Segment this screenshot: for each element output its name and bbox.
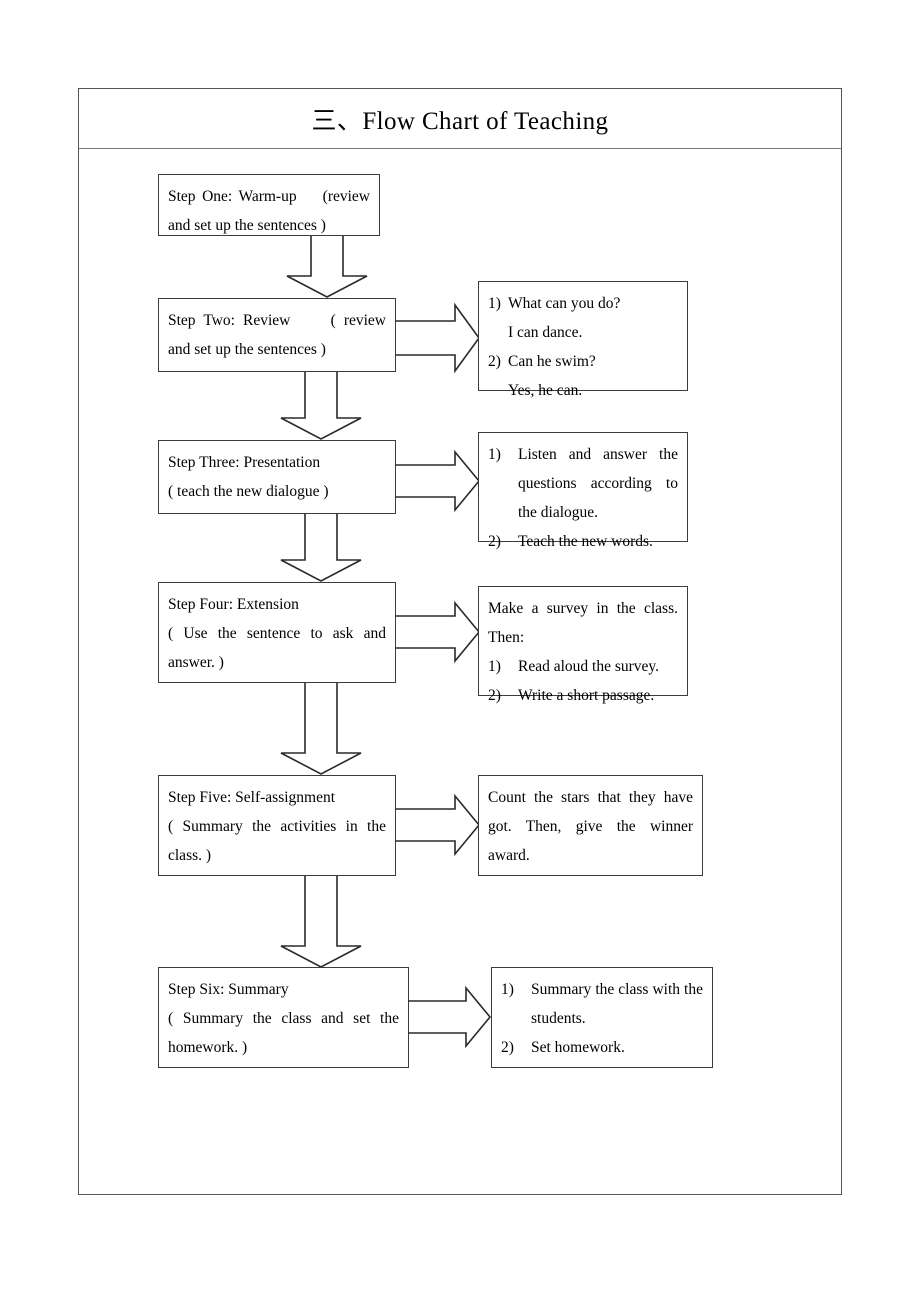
arrow-down-step-four-to-five <box>275 683 367 775</box>
flow-box-step-three[interactable]: Step Three: Presentation ( teach the new… <box>158 440 396 514</box>
step-five-line-2: ( Summary the activities in the <box>168 818 386 835</box>
step-one-line-1: Step One: Warm-up (review <box>168 188 370 205</box>
step-five-line-1: Step Five: Self-assignment <box>168 789 336 806</box>
detail-step-three-item-1: 1) Listen and answer the questions accor… <box>488 440 678 527</box>
list-marker: 1) <box>488 658 501 675</box>
arrow-right-step-six <box>408 985 494 1049</box>
flow-chart-body: Step One: Warm-up (review and set up the… <box>79 149 841 1195</box>
step-three-line-1: Step Three: Presentation <box>168 454 321 471</box>
flow-box-step-two[interactable]: Step Two: Review ( review and set up the… <box>158 298 396 372</box>
arrow-down-step-two-to-three <box>275 372 367 440</box>
list-marker: 2) <box>488 533 501 550</box>
list-marker: 1) <box>501 981 514 998</box>
detail-step-six-item-1: 1) Summary the class with the students. <box>501 975 703 1033</box>
document-frame: 三、Flow Chart of Teaching Step One: Warm-… <box>78 88 842 1195</box>
detail-box-step-two[interactable]: 1) What can you do? I can dance. 2) Can … <box>478 281 688 399</box>
list-marker: 2) <box>488 353 501 370</box>
flow-box-step-one[interactable]: Step One: Warm-up (review and set up the… <box>158 174 380 236</box>
detail-box-step-three[interactable]: 1) Listen and answer the questions accor… <box>478 432 688 550</box>
detail-step-three-item-2: 2) Teach the new words. <box>488 527 678 556</box>
list-text: Teach the new words. <box>518 533 653 550</box>
step-six-line-2: ( Summary the class and set the <box>168 1010 399 1027</box>
flow-box-step-six[interactable]: Step Six: Summary ( Summary the class an… <box>158 967 409 1068</box>
step-six-line-3: homework. ) <box>168 1039 248 1056</box>
page-title: 三、Flow Chart of Teaching <box>311 107 609 135</box>
detail-box-step-six[interactable]: 1) Summary the class with the students. … <box>491 967 713 1068</box>
detail-box-step-five[interactable]: Count the stars that they have got. Then… <box>478 775 703 876</box>
step-five-line-3: class. ) <box>168 847 212 864</box>
list-marker: 2) <box>501 1039 514 1056</box>
list-text: Write a short passage. <box>518 687 655 704</box>
list-marker: 1) <box>488 295 501 312</box>
detail-step-two-item-4: Yes, he can. <box>508 382 583 399</box>
arrow-right-step-four <box>395 600 481 664</box>
step-three-line-2: ( teach the new dialogue ) <box>168 483 329 500</box>
detail-step-five-paragraph: Count the stars that they have got. Then… <box>488 789 697 864</box>
detail-step-two-item-3: 2) Can he swim? <box>488 347 678 376</box>
step-four-line-3: answer. ) <box>168 654 224 671</box>
detail-step-six-item-2: 2) Set homework. <box>501 1033 703 1062</box>
list-text: What can you do? <box>508 295 621 312</box>
arrow-down-step-one-to-two <box>281 236 373 298</box>
list-marker: 2) <box>488 687 501 704</box>
list-text: Listen and answer the questions accordin… <box>518 446 678 521</box>
flow-box-step-four[interactable]: Step Four: Extension ( Use the sentence … <box>158 582 396 683</box>
step-two-line-1: Step Two: Review ( review <box>168 312 386 329</box>
list-text: Read aloud the survey. <box>518 658 660 675</box>
detail-step-four-intro-1: Make a survey in the class. <box>488 600 678 617</box>
arrow-right-step-two <box>395 302 481 374</box>
detail-step-two-item-2: I can dance. <box>508 324 583 341</box>
step-four-line-2: ( Use the sentence to ask and <box>168 625 386 642</box>
list-marker: 1) <box>488 446 501 463</box>
arrow-right-step-five <box>395 793 481 857</box>
list-text: Summary the class with the students. <box>531 981 703 1027</box>
detail-step-four-item-2: 2) Write a short passage. <box>488 681 678 710</box>
list-text: Set homework. <box>531 1039 625 1056</box>
arrow-down-step-five-to-six <box>275 876 367 968</box>
detail-step-four-intro-2: Then: <box>488 629 525 646</box>
flow-box-step-five[interactable]: Step Five: Self-assignment ( Summary the… <box>158 775 396 876</box>
arrow-down-step-three-to-four <box>275 514 367 582</box>
title-row: 三、Flow Chart of Teaching <box>79 89 841 149</box>
list-text: Can he swim? <box>508 353 596 370</box>
detail-step-two-item-1: 1) What can you do? <box>488 289 678 318</box>
step-six-line-1: Step Six: Summary <box>168 981 289 998</box>
detail-step-four-item-1: 1) Read aloud the survey. <box>488 652 678 681</box>
arrow-right-step-three <box>395 449 481 513</box>
detail-box-step-four[interactable]: Make a survey in the class. Then: 1) Rea… <box>478 586 688 704</box>
step-two-line-2: and set up the sentences ) <box>168 341 326 358</box>
step-four-line-1: Step Four: Extension <box>168 596 299 613</box>
